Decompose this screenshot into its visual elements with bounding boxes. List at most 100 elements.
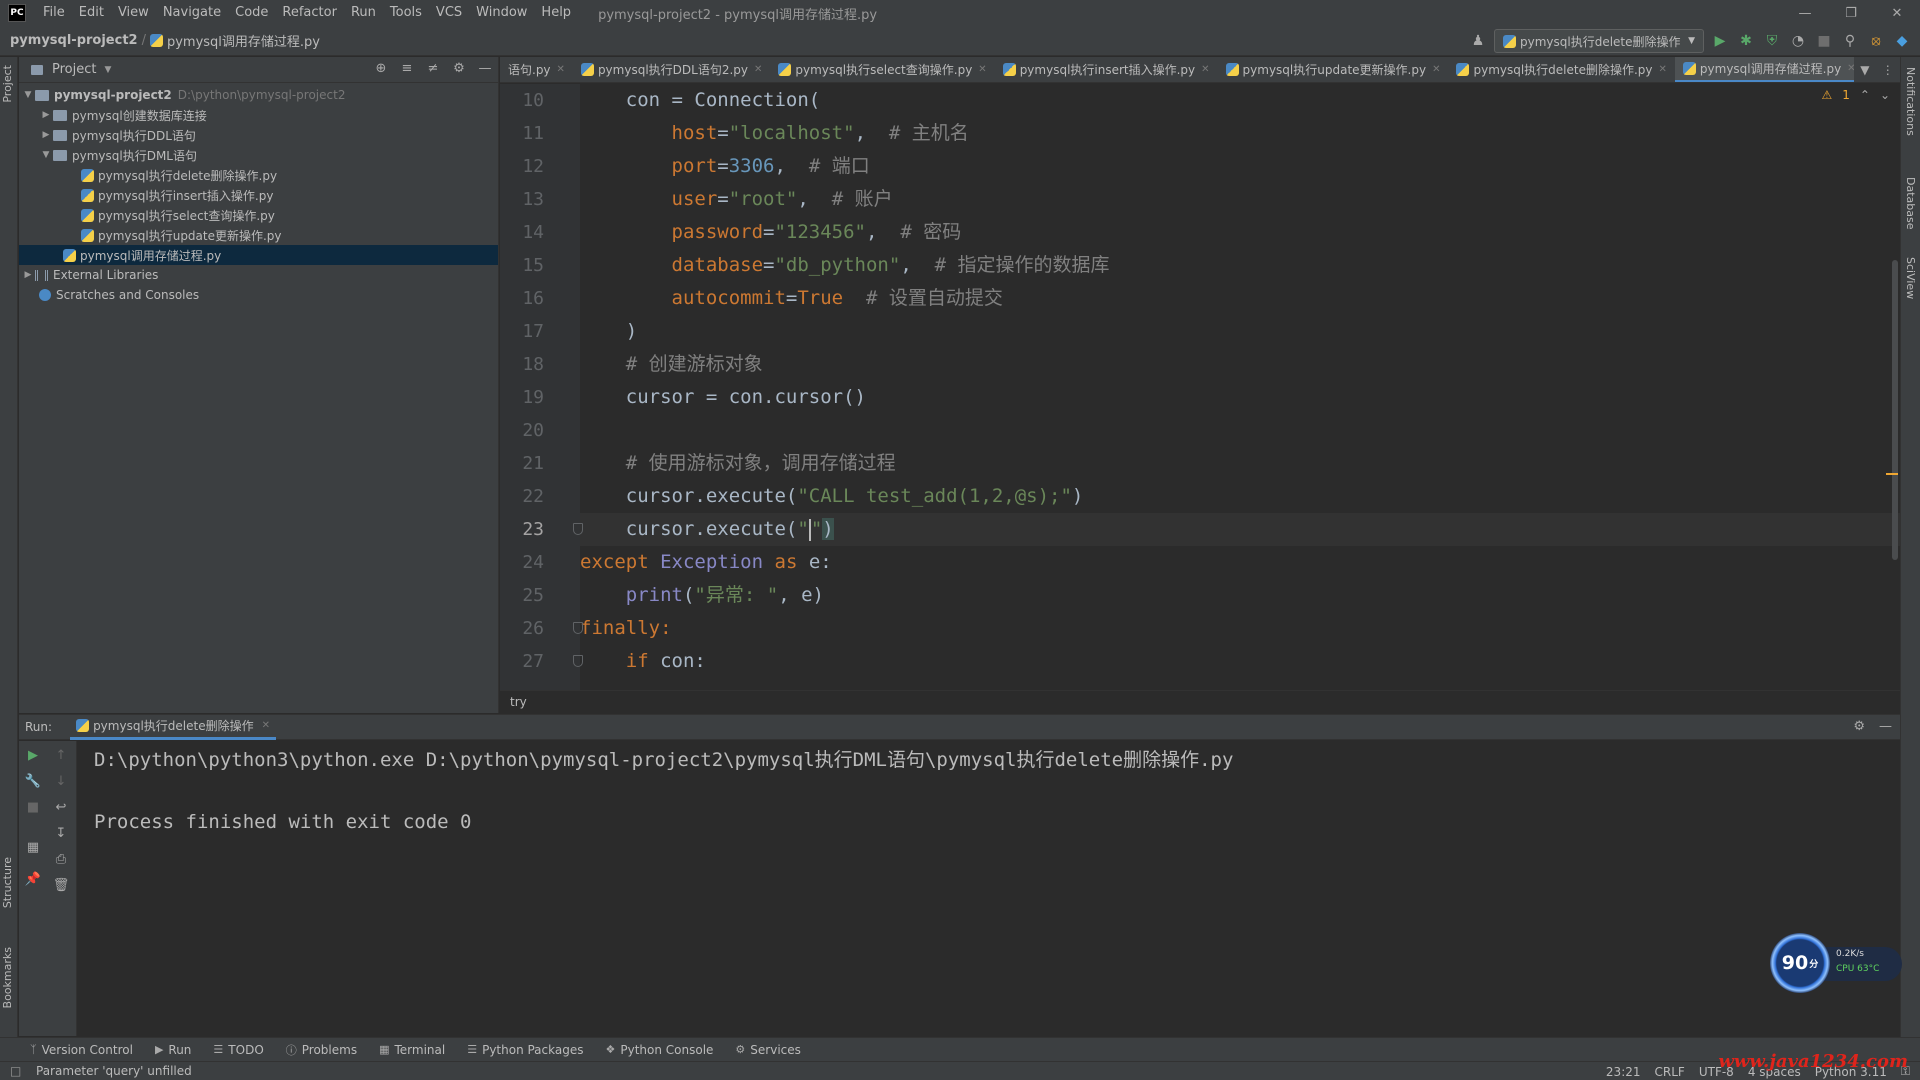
tool-run[interactable]: ▶ Run (155, 1043, 191, 1057)
close-icon[interactable]: ✕ (978, 64, 986, 75)
database-tool-tab[interactable]: Database (1904, 177, 1917, 230)
stop-icon[interactable]: ■ (23, 797, 43, 817)
tool-services[interactable]: ⚙ Services (735, 1043, 800, 1057)
fold-marker-icon[interactable] (573, 655, 583, 667)
code-editor[interactable]: con = Connection( host="localhost", # 主机… (580, 84, 1900, 690)
menu-help[interactable]: Help (534, 0, 578, 26)
editor-tab[interactable]: pymysql执行insert插入操作.py ✕ (995, 57, 1218, 82)
close-icon[interactable]: ✕ (1432, 64, 1440, 75)
tree-file[interactable]: pymysql执行update更新操作.py (19, 225, 498, 245)
profile-icon[interactable]: ◔ (1788, 31, 1808, 51)
tree-folder[interactable]: ▼ pymysql执行DML语句 (19, 145, 498, 165)
wrench-icon[interactable]: 🔧 (23, 771, 43, 791)
close-button[interactable]: ✕ (1874, 0, 1920, 26)
editor-tab[interactable]: pymysql执行update更新操作.py ✕ (1218, 57, 1449, 82)
menu-code[interactable]: Code (228, 0, 275, 26)
hide-icon[interactable]: — (1879, 719, 1892, 734)
restore-button[interactable]: ❐ (1828, 0, 1874, 26)
stop-icon[interactable]: ■ (1814, 31, 1834, 51)
tool-todo[interactable]: ☰ TODO (213, 1043, 263, 1057)
search-icon[interactable]: ⚲ (1840, 31, 1860, 51)
close-icon[interactable]: ✕ (557, 64, 565, 75)
editor-tab-active[interactable]: pymysql调用存储过程.py ✕ (1674, 57, 1864, 82)
menu-refactor[interactable]: Refactor (275, 0, 344, 26)
arrow-down-icon[interactable]: ↓ (51, 771, 71, 791)
notifications-tool-tab[interactable]: Notifications (1904, 67, 1917, 136)
menu-edit[interactable]: Edit (72, 0, 111, 26)
more-icon[interactable]: ⋮ (1882, 63, 1894, 77)
expand-all-icon[interactable]: ≡ (398, 61, 416, 76)
layout-icon[interactable]: ▦ (23, 837, 43, 857)
jetbrains-logo-icon[interactable]: ◆ (1892, 31, 1912, 51)
code-breadcrumb[interactable]: try (500, 690, 1900, 712)
menu-vcs[interactable]: VCS (429, 0, 469, 26)
bookmarks-tool-tab[interactable]: Bookmarks (1, 947, 14, 1008)
soft-wrap-icon[interactable]: ↩ (51, 797, 71, 817)
breadcrumb-project[interactable]: pymysql-project2 (10, 33, 138, 48)
arrow-up-icon[interactable]: ↑ (51, 745, 71, 765)
tool-python-console[interactable]: ❖ Python Console (605, 1043, 713, 1057)
tree-folder[interactable]: ▶ pymysql创建数据库连接 (19, 105, 498, 125)
tree-file-selected[interactable]: pymysql调用存储过程.py (19, 245, 498, 265)
editor-tab[interactable]: pymysql执行select查询操作.py ✕ (770, 57, 994, 82)
update-icon[interactable]: ⦻ (1866, 31, 1886, 51)
tool-version-control[interactable]: ᛉ Version Control (30, 1043, 133, 1057)
run-icon[interactable]: ▶ (1710, 31, 1730, 51)
close-icon[interactable]: ✕ (754, 64, 762, 75)
hide-icon[interactable]: — (476, 61, 494, 76)
chevron-down-icon[interactable]: ⌄ (1880, 88, 1890, 102)
menu-navigate[interactable]: Navigate (156, 0, 228, 26)
trash-icon[interactable]: 🗑 (51, 875, 71, 895)
rerun-icon[interactable]: ▶ (23, 745, 43, 765)
tree-file[interactable]: pymysql执行select查询操作.py (19, 205, 498, 225)
scroll-to-end-icon[interactable]: ↧ (51, 823, 71, 843)
line-separator[interactable]: CRLF (1655, 1065, 1685, 1079)
tree-scratches[interactable]: Scratches and Consoles (19, 285, 498, 305)
print-icon[interactable]: ⎙ (51, 849, 71, 869)
tree-file[interactable]: pymysql执行insert插入操作.py (19, 185, 498, 205)
pin-icon[interactable]: 📌 (23, 869, 43, 889)
locate-icon[interactable]: ⊕ (372, 61, 390, 76)
menu-file[interactable]: File (36, 0, 72, 26)
coverage-icon[interactable]: ⛨ (1762, 31, 1782, 51)
run-configuration-select[interactable]: pymysql执行delete删除操作 ▼ (1494, 29, 1704, 53)
tool-terminal[interactable]: ▦ Terminal (379, 1043, 445, 1057)
layout-toggle-icon[interactable]: □ (10, 1064, 21, 1078)
close-icon[interactable]: ✕ (262, 720, 270, 731)
menu-window[interactable]: Window (469, 0, 534, 26)
structure-tool-tab[interactable]: Structure (1, 857, 14, 908)
debug-icon[interactable]: ✱ (1736, 31, 1756, 51)
inspection-widget[interactable]: ⚠ 1 ⌃ ⌄ (1821, 88, 1890, 102)
breadcrumb-file[interactable]: pymysql调用存储过程.py (167, 31, 320, 50)
close-icon[interactable]: ✕ (1659, 64, 1667, 75)
gear-icon[interactable]: ⚙ (1853, 719, 1865, 734)
tree-file[interactable]: pymysql执行delete删除操作.py (19, 165, 498, 185)
run-console-output[interactable]: D:\python\python3\python.exe D:\python\p… (78, 741, 1900, 1036)
tool-python-packages[interactable]: ☰ Python Packages (467, 1043, 583, 1057)
menu-tools[interactable]: Tools (383, 0, 429, 26)
sciview-tool-tab[interactable]: SciView (1904, 257, 1917, 299)
close-icon[interactable]: ✕ (1201, 64, 1209, 75)
tree-folder[interactable]: ▶ pymysql执行DDL语句 (19, 125, 498, 145)
tree-external-libraries[interactable]: ▶ External Libraries (19, 265, 498, 285)
project-panel-title[interactable]: Project (52, 62, 96, 77)
gear-icon[interactable]: ⚙ (450, 61, 468, 76)
collapse-all-icon[interactable]: ≠ (424, 61, 442, 76)
minimize-button[interactable]: — (1782, 0, 1828, 26)
chevron-down-icon[interactable]: ▼ (104, 65, 111, 75)
editor-tab[interactable]: pymysql执行delete删除操作.py ✕ (1448, 57, 1674, 82)
chevron-up-icon[interactable]: ⌃ (1860, 88, 1870, 102)
project-tool-tab[interactable]: Project (1, 65, 14, 103)
user-icon[interactable]: ♟ (1468, 31, 1488, 51)
tree-root[interactable]: ▼ pymysql-project2 D:\python\pymysql-pro… (19, 85, 498, 105)
menu-view[interactable]: View (111, 0, 156, 26)
tab-list-icon[interactable]: ▼ (1860, 63, 1869, 77)
run-tab[interactable]: pymysql执行delete删除操作 ✕ (70, 714, 276, 740)
menu-run[interactable]: Run (344, 0, 383, 26)
editor-tab[interactable]: pymysql执行DDL语句2.py ✕ (573, 57, 770, 82)
fold-marker-icon[interactable] (573, 523, 583, 535)
scroll-warning-mark[interactable] (1886, 473, 1898, 475)
caret-position[interactable]: 23:21 (1606, 1065, 1641, 1079)
fold-marker-icon[interactable] (573, 622, 583, 634)
editor-tab[interactable]: 语句.py ✕ (500, 57, 573, 82)
